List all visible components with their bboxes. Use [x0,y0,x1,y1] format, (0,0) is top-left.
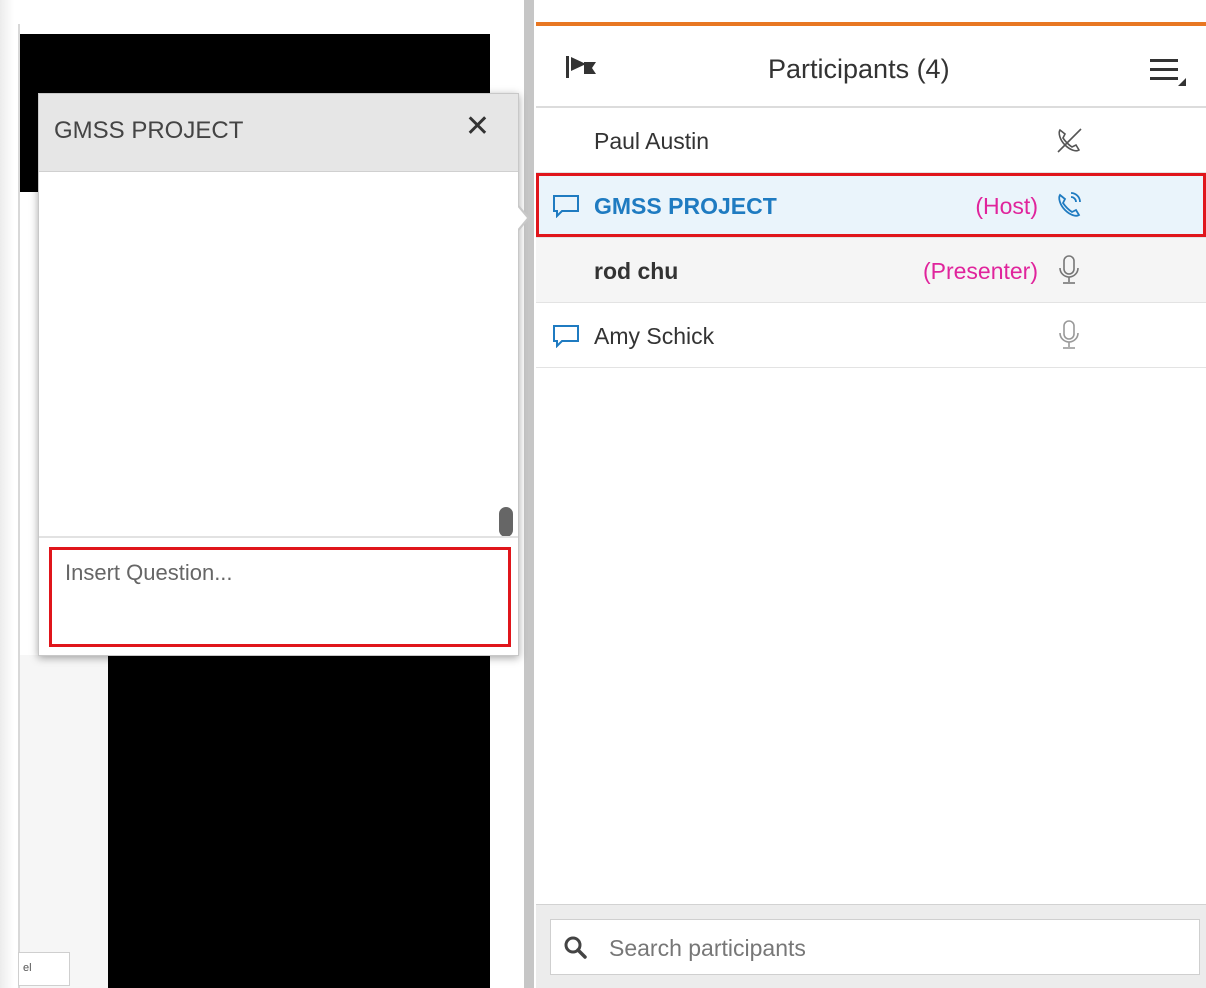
search-icon [564,936,587,959]
participant-list: Paul Austin GMSS PROJECT (Host) rod chu … [536,108,1206,368]
participant-row[interactable]: rod chu (Presenter) [536,238,1206,303]
shared-content-bottom [108,655,490,988]
participants-panel: Participants (4) Paul Austin GMSS PROJEC… [536,22,1206,988]
phone-active-icon[interactable] [1054,189,1084,221]
chat-separator [39,536,518,538]
search-bar [536,904,1206,988]
participant-row[interactable]: Paul Austin [536,108,1206,173]
chat-title: GMSS PROJECT [54,117,244,144]
participant-name: Amy Schick [594,323,715,349]
microphone-icon[interactable] [1054,319,1084,351]
participant-row-host[interactable]: GMSS PROJECT (Host) [536,173,1206,238]
mini-label-box: el [18,952,70,986]
presenter-flag-icon[interactable] [564,54,600,80]
participant-row[interactable]: Amy Schick [536,303,1206,368]
edge-shadow [0,0,14,988]
chat-bubble-icon[interactable] [552,324,580,348]
panel-divider[interactable] [524,0,534,988]
chat-scrollbar[interactable] [499,507,513,537]
hamburger-menu-icon[interactable] [1148,56,1188,86]
chat-bubble-icon[interactable] [552,194,580,218]
chat-header: GMSS PROJECT ✕ [39,94,518,172]
shared-content-strip [20,655,108,988]
microphone-icon[interactable] [1054,254,1084,286]
participants-title: Participants (4) [768,54,950,84]
close-icon[interactable]: ✕ [465,112,490,142]
participant-role: (Presenter) [922,258,1038,284]
popup-pointer-inner [517,206,527,230]
phone-off-icon[interactable] [1054,124,1084,156]
participant-name: Paul Austin [594,128,710,154]
search-input[interactable] [607,928,1171,968]
chat-popup: GMSS PROJECT ✕ [38,93,530,656]
question-input[interactable] [49,547,511,647]
participant-name: rod chu [594,258,679,284]
participant-name: GMSS PROJECT [594,193,777,219]
participants-header: Participants (4) [536,26,1206,108]
chat-messages [39,174,518,534]
search-box[interactable] [550,919,1200,975]
participant-role: (Host) [975,193,1038,219]
